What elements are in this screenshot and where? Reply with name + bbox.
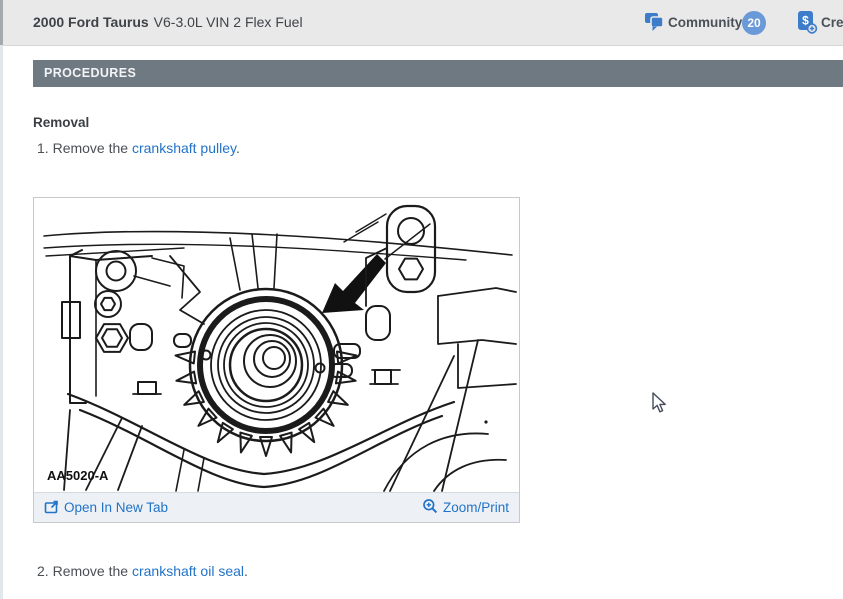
figure-label: AA5020-A: [47, 468, 108, 483]
zoom-print-link[interactable]: Zoom/Print: [422, 498, 509, 517]
crankshaft-oil-seal-link[interactable]: crankshaft oil seal: [132, 563, 244, 579]
vehicle-title-rest: V6-3.0L VIN 2 Flex Fuel: [154, 14, 303, 30]
step-1-period: .: [236, 140, 240, 156]
top-bar: 2000 Ford TaurusV6-3.0L VIN 2 Flex Fuel …: [3, 0, 843, 46]
open-in-new-tab-icon: [44, 499, 59, 517]
figure-card: AA5020-A Open In New Tab: [33, 197, 520, 523]
left-edge-strip-bottom: [0, 45, 3, 599]
vehicle-title: 2000 Ford Taurus V6-3.0L VIN 2 Flex Fuel: [33, 0, 303, 45]
crankshaft-pulley-link[interactable]: crankshaft pulley: [132, 140, 236, 156]
step-2-number: 2.: [37, 563, 49, 579]
step-2-period: .: [244, 563, 248, 579]
zoom-plus-icon: [422, 498, 438, 517]
crankshaft-pulley-diagram: AA5020-A: [34, 198, 517, 492]
step-1: 1. Remove the crankshaft pulley.: [37, 140, 240, 156]
zoom-print-label: Zoom/Print: [443, 500, 509, 515]
step-2: 2. Remove the crankshaft oil seal.: [37, 563, 248, 579]
step-1-text: Remove the: [53, 140, 132, 156]
procedures-section-label: PROCEDURES: [33, 60, 843, 87]
vehicle-title-bold: 2000 Ford Taurus: [33, 14, 149, 30]
step-2-text: Remove the: [53, 563, 132, 579]
procedures-section-header[interactable]: PROCEDURES: [33, 60, 843, 87]
community-count-badge[interactable]: 20: [742, 11, 766, 35]
credits-dollar-tag-icon[interactable]: $: [796, 10, 819, 40]
removal-heading: Removal: [33, 115, 89, 130]
community-button[interactable]: Community: [668, 0, 742, 45]
community-chat-icon[interactable]: [644, 12, 665, 37]
credits-button[interactable]: Cre: [821, 0, 843, 45]
mouse-cursor-icon: [652, 392, 668, 419]
open-in-new-tab-link[interactable]: Open In New Tab: [44, 499, 168, 517]
step-1-number: 1.: [37, 140, 49, 156]
open-in-new-tab-label: Open In New Tab: [64, 500, 168, 515]
figure-footer: Open In New Tab Zoom/Print: [34, 492, 519, 522]
